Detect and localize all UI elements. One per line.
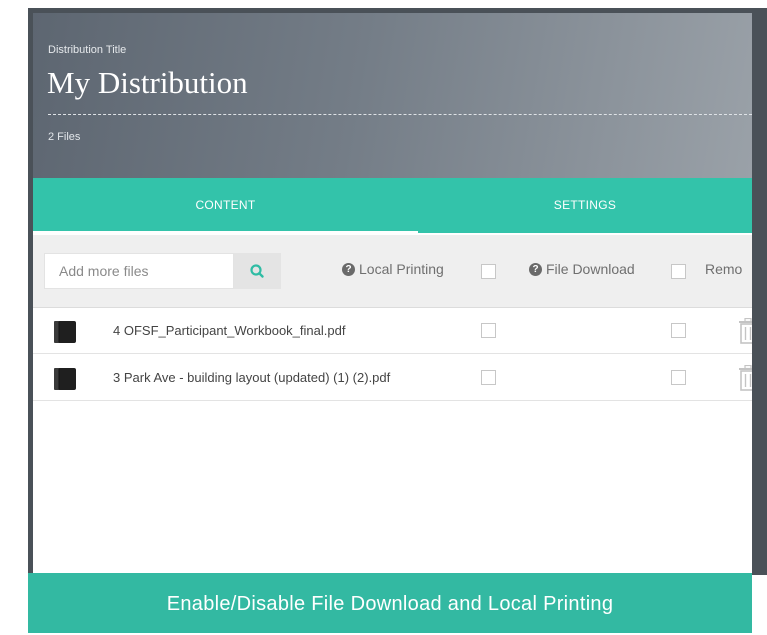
local-printing-header: ? Local Printing [342,261,444,277]
file-download-checkbox[interactable] [671,323,686,338]
remove-header: Remo [705,261,742,277]
file-row[interactable]: 3 Park Ave - building layout (updated) (… [33,355,752,401]
add-files-input[interactable] [44,253,234,289]
local-printing-checkbox[interactable] [481,323,496,338]
book-icon [54,321,76,343]
file-name: 4 OFSF_Participant_Workbook_final.pdf [113,323,346,338]
file-name: 3 Park Ave - building layout (updated) (… [113,370,391,385]
local-printing-checkbox[interactable] [481,370,496,385]
tab-bar: CONTENT SETTINGS [33,178,752,233]
file-download-all-checkbox[interactable] [671,264,686,279]
local-printing-label: Local Printing [359,261,444,277]
active-tab-indicator [33,231,418,233]
remove-label: Remo [705,261,743,277]
distribution-title[interactable]: My Distribution [47,65,248,101]
caption-banner: Enable/Disable File Download and Local P… [28,573,752,633]
book-icon [54,368,76,390]
tab-content[interactable]: CONTENT [33,178,418,233]
search-icon [250,264,264,278]
trash-icon[interactable] [737,365,752,391]
file-count: 2 Files [48,131,81,143]
distribution-panel: Distribution Title My Distribution 2 Fil… [33,13,752,575]
trash-icon[interactable] [737,318,752,344]
distribution-title-label: Distribution Title [48,44,127,56]
file-download-checkbox[interactable] [671,370,686,385]
file-download-label: File Download [546,261,635,277]
title-dashed-underline [48,114,752,115]
file-download-header: ? File Download [529,261,635,277]
local-printing-all-checkbox[interactable] [481,264,496,279]
question-circle-icon[interactable]: ? [529,262,542,276]
tab-settings[interactable]: SETTINGS [418,178,752,233]
file-row[interactable]: 4 OFSF_Participant_Workbook_final.pdf [33,308,752,354]
search-button[interactable] [234,253,281,289]
question-circle-icon[interactable]: ? [342,262,355,276]
file-toolbar: ? Local Printing ? File Download Remo [33,235,752,308]
distribution-header: Distribution Title My Distribution 2 Fil… [33,13,752,178]
